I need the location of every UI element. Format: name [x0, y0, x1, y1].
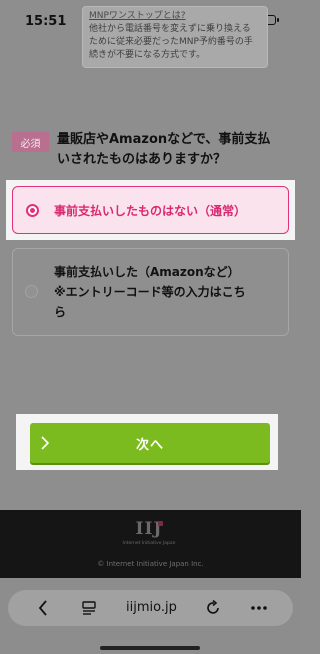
- question-line: 量販店やAmazonなどで、事前支払: [57, 132, 271, 147]
- status-time: 15:51: [25, 14, 67, 29]
- page-menu-icon: [82, 601, 96, 615]
- tooltip-line: 他社から電話番号を変えずに乗り換える: [89, 24, 251, 34]
- question-text: 量販店やAmazonなどで、事前支払 いされたものはありますか？: [57, 130, 289, 170]
- address-bar[interactable]: iijmio.jp: [8, 590, 293, 626]
- logo-text: IIJ: [135, 519, 163, 539]
- chevron-left-icon: [38, 600, 47, 616]
- option-label: 事前支払いした（Amazonなど） ※エントリーコード等の入力はこち ら: [54, 262, 284, 322]
- option-no-prepayment[interactable]: 事前支払いしたものはない（通常）: [12, 186, 289, 234]
- reload-icon: [207, 600, 219, 614]
- more-dots-icon: [251, 606, 267, 610]
- page-menu-button[interactable]: [74, 590, 104, 626]
- site-footer: IIJ Internet Initiative Japan © Internet…: [0, 510, 301, 578]
- tooltip-title-link[interactable]: MNPワンストップとは?: [89, 11, 261, 22]
- chevron-right-icon: [41, 436, 50, 450]
- mnp-tooltip: MNPワンストップとは? 他社から電話番号を変えずに乗り換える ために従来必要だ…: [82, 6, 268, 68]
- tooltip-line: 続きが不要になる方式です。: [89, 50, 206, 60]
- more-button[interactable]: [244, 590, 274, 626]
- copyright-text: © Internet Initiative Japan Inc.: [97, 560, 204, 568]
- back-button[interactable]: [28, 590, 58, 626]
- reload-button[interactable]: [198, 590, 228, 626]
- option-line: 事前支払いした（Amazonなど）: [54, 265, 240, 279]
- option-label: 事前支払いしたものはない（通常）: [54, 204, 247, 218]
- logo-subtitle: Internet Initiative Japan: [122, 541, 176, 546]
- next-button-label: 次へ: [135, 436, 164, 452]
- iij-logo: IIJ Internet Initiative Japan: [123, 519, 176, 547]
- radio-selected-icon[interactable]: [26, 204, 39, 217]
- url-text[interactable]: iijmio.jp: [126, 600, 177, 615]
- browser-toolbar: iijmio.jp: [0, 578, 301, 654]
- question-line: いされたものはありますか？: [57, 152, 227, 167]
- next-button[interactable]: 次へ: [30, 423, 270, 463]
- home-indicator[interactable]: [100, 646, 200, 650]
- option-line: ※エントリーコード等の入力はこち: [54, 285, 246, 299]
- tooltip-line: ために従来必要だったMNP予約番号の手: [89, 37, 253, 47]
- logo-accent: [158, 521, 163, 526]
- option-line: ら: [54, 305, 67, 319]
- required-badge: 必須: [12, 132, 49, 152]
- radio-unselected-icon[interactable]: [25, 285, 38, 298]
- option-prepaid[interactable]: 事前支払いした（Amazonなど） ※エントリーコード等の入力はこち ら: [12, 248, 289, 336]
